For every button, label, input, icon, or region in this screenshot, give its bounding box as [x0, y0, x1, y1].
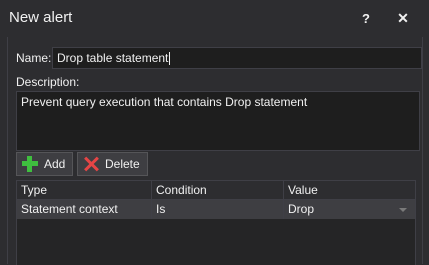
title-bar: New alert ? ✕	[0, 0, 429, 37]
chevron-down-icon[interactable]	[399, 208, 407, 212]
column-header-value[interactable]: Value	[283, 181, 415, 199]
close-button[interactable]: ✕	[390, 8, 416, 28]
delete-button-label: Delete	[105, 157, 140, 171]
name-label: Name:	[16, 51, 52, 65]
add-button-label: Add	[44, 157, 66, 171]
description-textarea[interactable]: Prevent query execution that contains Dr…	[16, 91, 420, 151]
name-input-value: Drop table statement	[57, 51, 169, 65]
name-input[interactable]: Drop table statement	[52, 47, 422, 69]
delete-button[interactable]: Delete	[77, 152, 148, 176]
grid-header: Type Condition Value	[17, 181, 415, 200]
cell-value-dropdown[interactable]: Drop	[283, 200, 415, 219]
cell-value: Drop	[288, 202, 315, 216]
description-label: Description:	[16, 75, 80, 89]
column-header-condition[interactable]: Condition	[151, 181, 283, 199]
dialog-content: Name: Drop table statement Description: …	[7, 37, 423, 265]
delete-x-icon	[83, 156, 99, 172]
cell-condition[interactable]: Is	[151, 200, 283, 219]
dialog-title: New alert	[9, 9, 73, 26]
table-row[interactable]: Statement context Is Drop	[17, 200, 415, 219]
add-button[interactable]: Add	[16, 152, 73, 176]
conditions-grid: Type Condition Value Statement context I…	[16, 180, 416, 265]
text-caret	[169, 52, 171, 66]
plus-icon	[22, 156, 38, 172]
help-button[interactable]: ?	[353, 8, 379, 28]
column-header-type[interactable]: Type	[17, 181, 151, 199]
cell-type[interactable]: Statement context	[17, 200, 151, 219]
